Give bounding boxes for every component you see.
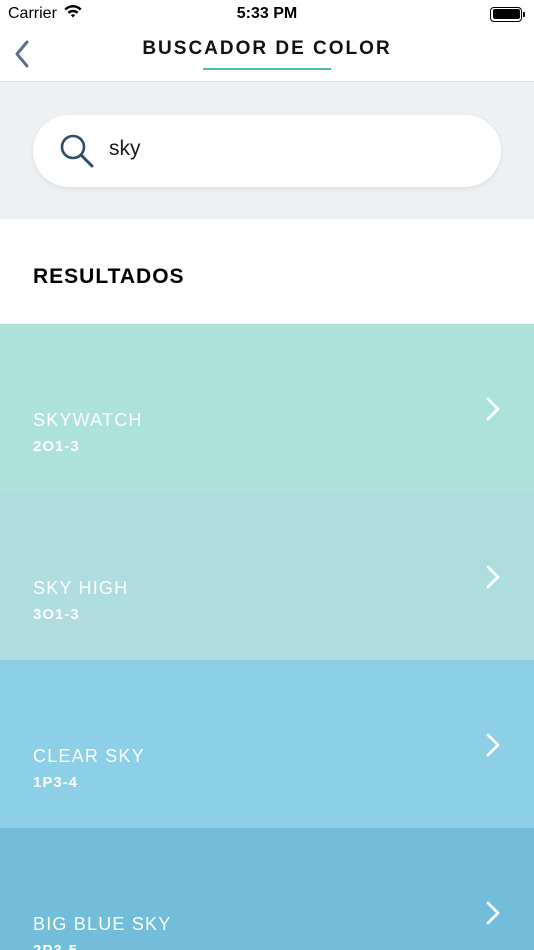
chevron-right-icon: [486, 733, 500, 757]
result-name: SKY HIGH: [33, 578, 129, 598]
results-list: SKYWATCH 2O1-3 SKY HIGH 3O1-3 CLEAR SKY …: [0, 324, 534, 950]
screen: Carrier 5:33 PM BUSCADOR DE COLOR sky RE…: [0, 0, 534, 950]
result-row-sky-high[interactable]: SKY HIGH 3O1-3: [0, 492, 534, 660]
result-row-skywatch[interactable]: SKYWATCH 2O1-3: [0, 324, 534, 492]
search-icon: [60, 134, 94, 168]
page-title: BUSCADOR DE COLOR: [142, 38, 392, 59]
nav-bar: BUSCADOR DE COLOR: [0, 28, 534, 82]
chevron-right-icon: [486, 901, 500, 925]
result-name: BIG BLUE SKY: [33, 914, 172, 934]
result-code: 2P3-5: [33, 942, 78, 950]
result-name: CLEAR SKY: [33, 746, 145, 766]
result-name: SKYWATCH: [33, 410, 143, 430]
status-bar: Carrier 5:33 PM: [0, 0, 534, 28]
status-time: 5:33 PM: [236, 5, 298, 22]
result-row-big-blue-sky[interactable]: BIG BLUE SKY 2P3-5: [0, 828, 534, 950]
chevron-right-icon: [486, 565, 500, 589]
battery-icon: [490, 6, 525, 22]
chevron-right-icon: [486, 397, 500, 421]
search-value: sky: [109, 137, 141, 160]
results-heading: RESULTADOS: [33, 265, 185, 288]
result-code: 1P3-4: [33, 774, 79, 791]
search-area: sky: [0, 82, 534, 219]
search-input[interactable]: sky: [33, 115, 501, 187]
title-underline: [203, 68, 331, 70]
battery-fill: [492, 9, 520, 19]
result-code: 3O1-3: [33, 606, 80, 623]
result-code: 2O1-3: [33, 438, 80, 455]
result-row-clear-sky[interactable]: CLEAR SKY 1P3-4: [0, 660, 534, 828]
